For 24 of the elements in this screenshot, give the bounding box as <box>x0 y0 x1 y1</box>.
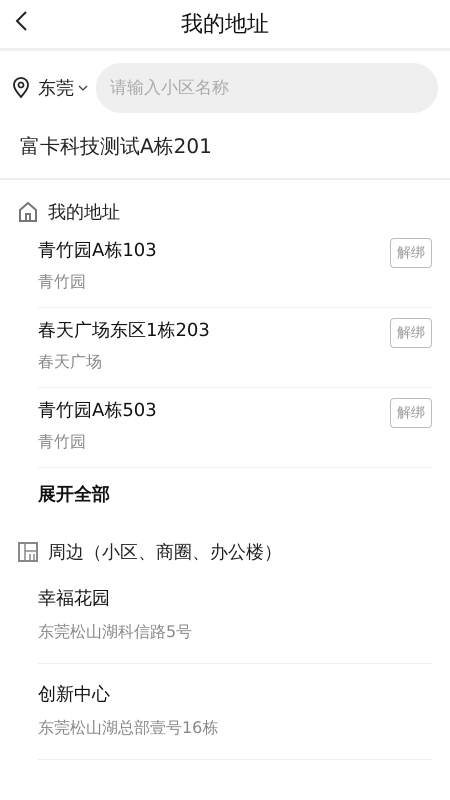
address-name: 青竹园A栋503 <box>38 399 157 422</box>
page-title: 我的地址 <box>181 11 269 39</box>
expand-all-link[interactable]: 展开全部 <box>38 482 110 506</box>
chevron-down-icon <box>78 85 88 91</box>
current-address: 富卡科技测试A栋201 <box>0 133 450 180</box>
unbind-button[interactable]: 解绑 <box>390 318 432 348</box>
search-field[interactable]: 请输入小区名称 <box>96 63 438 113</box>
section-title: 我的地址 <box>48 201 120 224</box>
community-name: 青竹园 <box>38 432 87 453</box>
address-name: 青竹园A栋103 <box>38 239 157 262</box>
place-name: 幸福花园 <box>38 587 111 610</box>
building-icon <box>18 542 38 562</box>
location-pin-icon <box>12 77 30 99</box>
city-selector[interactable]: 东莞 <box>38 76 88 100</box>
community-name: 青竹园 <box>38 272 87 293</box>
unbind-button[interactable]: 解绑 <box>390 238 432 268</box>
place-address: 东莞松山湖科信路5号 <box>38 622 192 643</box>
section-title: 周边（小区、商圈、办公楼） <box>48 541 282 564</box>
unbind-button[interactable]: 解绑 <box>390 398 432 428</box>
address-name: 春天广场东区1栋203 <box>38 319 210 342</box>
house-icon <box>18 201 38 223</box>
place-name: 创新中心 <box>38 683 111 706</box>
place-address: 东莞松山湖总部壹号16栋 <box>38 718 218 739</box>
community-name: 春天广场 <box>38 352 103 373</box>
